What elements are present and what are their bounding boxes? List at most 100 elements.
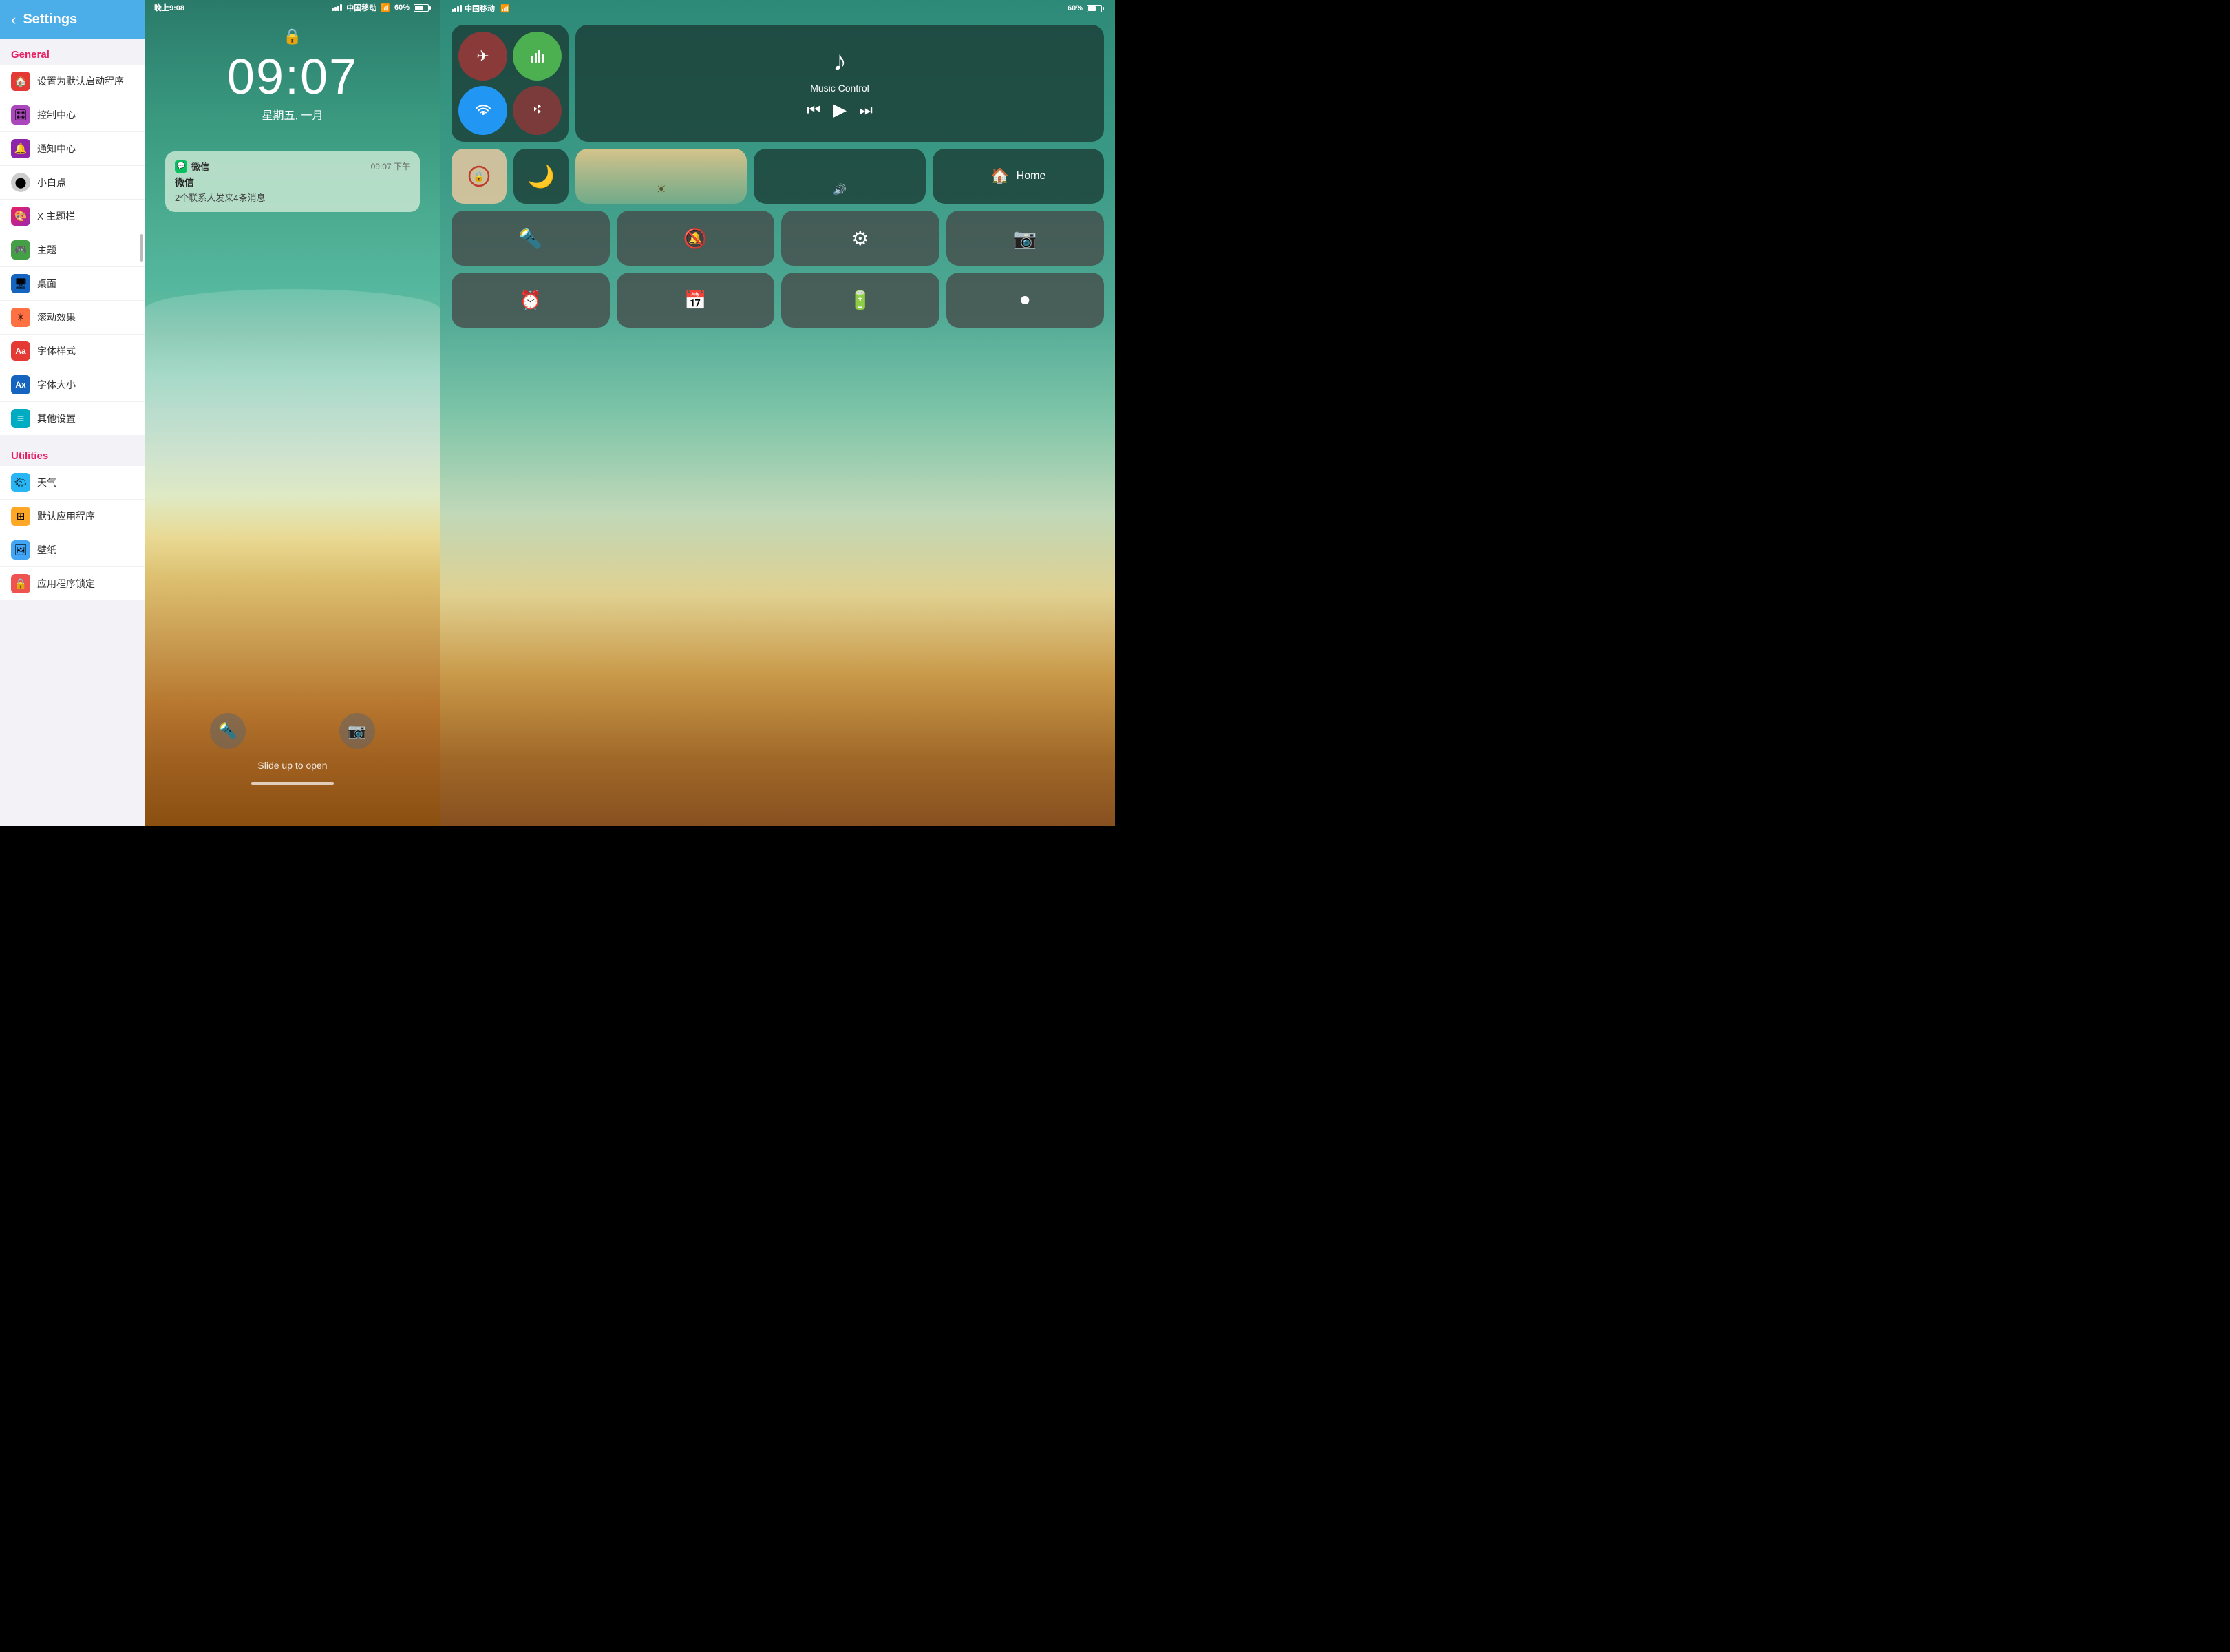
notification-header: 💬 微信 09:07 下午: [175, 160, 410, 173]
flashlight-button[interactable]: 🔦: [210, 713, 246, 749]
music-control-label: Music Control: [810, 83, 869, 94]
notification-title: 微信: [175, 176, 410, 189]
scroll-label: 滚动效果: [37, 310, 76, 324]
lock-date-display: 星期五, 一月: [262, 106, 323, 123]
silent-mode-button[interactable]: 🔕: [617, 211, 775, 266]
cc-battery-pct: 60%: [1068, 4, 1083, 12]
settings-item-font-style[interactable]: Aa 字体样式: [0, 335, 145, 368]
settings-body: General 🏠 设置为默认启动程序 🎛 控制中心 🔔 通知中心 ⬤ 小白点 …: [0, 39, 145, 826]
settings-item-other[interactable]: ≡ 其他设置: [0, 402, 145, 435]
cc-carrier: 中国移动: [465, 3, 495, 14]
app-lock-icon: 🔒: [11, 574, 30, 593]
notification-body: 2个联系人发来4条消息: [175, 191, 410, 204]
camera-shortcut-button[interactable]: 📷: [946, 211, 1105, 266]
wallpaper-label: 壁纸: [37, 543, 56, 557]
settings-item-scroll[interactable]: ✳ 滚动效果: [0, 301, 145, 335]
volume-slider[interactable]: [754, 149, 925, 204]
settings-item-desktop[interactable]: 🖥 桌面: [0, 267, 145, 301]
settings-item-theme[interactable]: 🎮 主题: [0, 233, 145, 267]
home-icon: 🏠: [990, 167, 1009, 185]
theme-label: 主题: [37, 243, 56, 257]
back-button[interactable]: ‹: [11, 11, 16, 29]
settings-shortcut-button[interactable]: ⚙: [781, 211, 939, 266]
alarm-button[interactable]: ⏰: [452, 273, 610, 328]
theme-icon: 🎮: [11, 240, 30, 260]
settings-header: ‹ Settings: [0, 0, 145, 39]
lock-status-bar: 晚上9:08 中国移动 📶 60%: [145, 0, 440, 15]
cc-row-4: ⏰ 📅 🔋 ⏺: [452, 273, 1104, 328]
scroll-icon: ✳: [11, 308, 30, 327]
lock-status-time: 晚上9:08: [154, 2, 184, 13]
bluetooth-button[interactable]: [513, 86, 562, 135]
camera-button[interactable]: 📷: [339, 713, 375, 749]
lock-content: 🔒 09:07 星期五, 一月: [145, 0, 440, 123]
scroll-thumb[interactable]: [140, 234, 143, 262]
settings-item-notification[interactable]: 🔔 通知中心: [0, 132, 145, 166]
general-section: 🏠 设置为默认启动程序 🎛 控制中心 🔔 通知中心 ⬤ 小白点 🎨 X 主题栏 …: [0, 65, 145, 435]
other-settings-label: 其他设置: [37, 412, 76, 425]
cc-status-bar: 中国移动 📶 60%: [440, 0, 1115, 17]
previous-track-button[interactable]: ⏮: [807, 101, 820, 119]
lock-padlock-icon: 🔒: [283, 28, 301, 45]
lock-wifi-icon: 📶: [381, 3, 390, 12]
play-pause-button[interactable]: ▶: [833, 99, 847, 120]
general-section-title: General: [0, 39, 145, 65]
settings-item-x-theme[interactable]: 🎨 X 主题栏: [0, 200, 145, 233]
settings-panel: ‹ Settings General 🏠 设置为默认启动程序 🎛 控制中心 🔔 …: [0, 0, 145, 826]
cc-status-right: 60%: [1068, 4, 1104, 12]
do-not-disturb-button[interactable]: 🌙: [513, 149, 569, 204]
settings-item-wallpaper[interactable]: 🖼 壁纸: [0, 533, 145, 567]
wallpaper-icon: 🖼: [11, 540, 30, 560]
battery-button[interactable]: 🔋: [781, 273, 939, 328]
settings-item-app-lock[interactable]: 🔒 应用程序锁定: [0, 567, 145, 600]
assistive-touch-icon: ⬤: [11, 173, 30, 192]
lock-bottom: 🔦 📷 Slide up to open: [145, 713, 440, 785]
lock-orientation-button[interactable]: 🔒: [452, 149, 507, 204]
wifi-button[interactable]: [458, 86, 507, 135]
font-style-label: 字体样式: [37, 344, 76, 358]
default-apps-label: 默认应用程序: [37, 509, 95, 523]
cc-row-3: 🔦 🔕 ⚙ 📷: [452, 211, 1104, 266]
settings-item-assistive-touch[interactable]: ⬤ 小白点: [0, 166, 145, 200]
notification-card[interactable]: 💬 微信 09:07 下午 微信 2个联系人发来4条消息: [165, 151, 420, 212]
weather-label: 天气: [37, 476, 56, 489]
calendar-button[interactable]: 📅: [617, 273, 775, 328]
home-button[interactable]: 🏠 Home: [933, 149, 1104, 204]
music-control-block[interactable]: ♪ Music Control ⏮ ▶ ⏭: [575, 25, 1104, 142]
assistive-touch-label: 小白点: [37, 176, 66, 189]
settings-item-weather[interactable]: 🌤 天气: [0, 466, 145, 500]
slide-bar[interactable]: [251, 782, 334, 785]
notification-icon: 🔔: [11, 139, 30, 158]
cc-row-2: 🔒 🌙 🏠 Home: [452, 149, 1104, 204]
flashlight-toggle-button[interactable]: 🔦: [452, 211, 610, 266]
settings-item-control-center[interactable]: 🎛 控制中心: [0, 98, 145, 132]
music-playback-controls: ⏮ ▶ ⏭: [807, 99, 873, 120]
brightness-slider[interactable]: [575, 149, 747, 204]
settings-title: Settings: [23, 12, 77, 28]
cellular-button[interactable]: [513, 32, 562, 81]
cc-signal-icon: [452, 5, 462, 12]
lock-time-display: 09:07: [227, 52, 358, 102]
cc-wifi-icon: 📶: [500, 4, 510, 13]
screen-record-button[interactable]: ⏺: [946, 273, 1105, 328]
lock-battery-icon: [414, 4, 431, 12]
cc-status-left: 中国移动 📶: [452, 3, 510, 14]
x-theme-icon: 🎨: [11, 206, 30, 226]
control-center-icon: 🎛: [11, 105, 30, 125]
control-center-label: 控制中心: [37, 108, 76, 122]
settings-item-default-apps[interactable]: ⊞ 默认应用程序: [0, 500, 145, 533]
next-track-button[interactable]: ⏭: [859, 101, 873, 119]
connectivity-block: ✈: [452, 25, 569, 142]
cc-battery-icon: [1087, 5, 1104, 12]
notification-label: 通知中心: [37, 142, 76, 156]
lock-battery-pct: 60%: [394, 3, 410, 12]
settings-item-default-launcher[interactable]: 🏠 设置为默认启动程序: [0, 65, 145, 98]
lock-screen: 晚上9:08 中国移动 📶 60% 🔒 09:07 星期五, 一月 💬: [145, 0, 440, 826]
settings-item-font-size[interactable]: Ax 字体大小: [0, 368, 145, 402]
default-apps-icon: ⊞: [11, 507, 30, 526]
notification-app-info: 💬 微信: [175, 160, 209, 173]
other-settings-icon: ≡: [11, 409, 30, 428]
slide-up-text: Slide up to open: [257, 760, 327, 771]
lock-screen-background: [145, 0, 440, 826]
airplane-mode-button[interactable]: ✈: [458, 32, 507, 81]
